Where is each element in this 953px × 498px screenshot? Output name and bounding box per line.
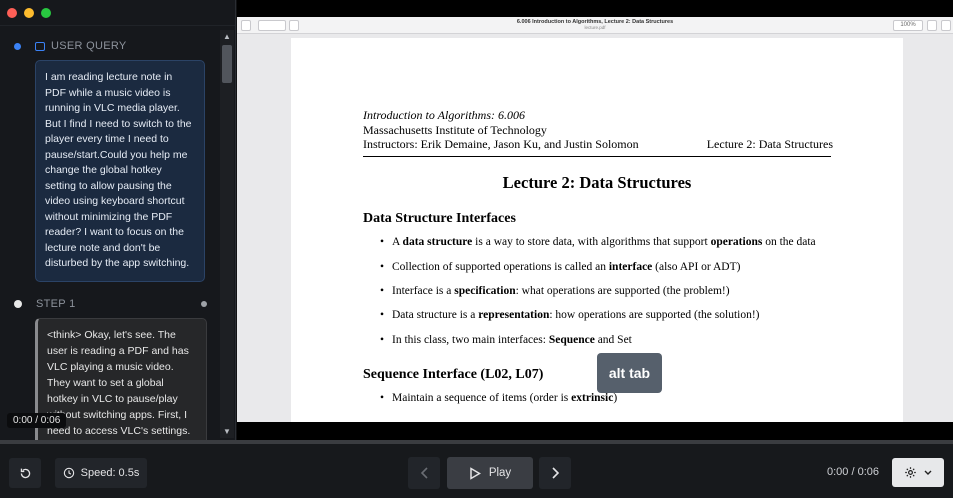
screen-view: 6.006 Introduction to Algorithms, Lectur…: [237, 0, 953, 440]
replay-icon: [20, 468, 30, 478]
lecture-header-right: Lecture 2: Data Structures: [706, 137, 833, 151]
time-badge: 0:00 / 0:06: [7, 413, 67, 428]
pdf-reader-window: 6.006 Introduction to Algorithms, Lectur…: [237, 17, 953, 422]
pdf-window-subtitle: lecture.pdf: [584, 25, 606, 30]
scrollbar-thumb[interactable]: [222, 45, 232, 83]
playback-controls: Speed: 0.5s Play 0:00 / 0:06: [0, 444, 953, 498]
close-window-button[interactable]: [7, 8, 17, 18]
chat-icon: [35, 41, 45, 51]
gear-icon: [905, 467, 916, 478]
list-item: A data structure is a way to store data,…: [380, 236, 816, 248]
trajectory-panel: USER QUERY I am reading lecture note in …: [0, 0, 236, 440]
divider: [0, 25, 235, 26]
header-rule: [363, 156, 831, 157]
play-label: Play: [488, 467, 512, 479]
search-icon[interactable]: [927, 20, 937, 31]
scroll-down-icon[interactable]: ▼: [223, 427, 231, 436]
zoom-select[interactable]: 100%: [893, 20, 923, 31]
list-item: Interface is a specification: what opera…: [380, 285, 730, 297]
list-item: Data structure is a representation: how …: [380, 309, 759, 321]
chevron-down-icon: [924, 470, 932, 475]
list-item: Maintain a sequence of items (order is e…: [380, 392, 617, 404]
user-query-text: I am reading lecture note in PDF while a…: [45, 71, 192, 269]
institution: Massachusetts Institute of Technology: [363, 123, 547, 137]
settings-button[interactable]: [892, 458, 944, 487]
menu-icon[interactable]: [941, 20, 951, 31]
lecture-title: Lecture 2: Data Structures: [502, 173, 692, 192]
previous-step-button[interactable]: [408, 457, 440, 489]
window-controls: [7, 8, 51, 18]
course-name: Introduction to Algorithms: 6.006: [363, 108, 525, 122]
step-thought-text: <think> Okay, let's see. The user is rea…: [47, 329, 191, 437]
step-label: STEP 1: [36, 298, 76, 310]
section-heading: Sequence Interface (L02, L07): [363, 367, 544, 382]
step-indicator-icon: [201, 301, 207, 307]
instructors: Instructors: Erik Demaine, Jason Ku, and…: [363, 137, 639, 151]
chevron-right-icon: [551, 467, 559, 479]
status-dot-icon: [14, 42, 21, 50]
user-query-label: USER QUERY: [51, 40, 127, 52]
play-button[interactable]: Play: [447, 457, 533, 489]
panel-scrollbar[interactable]: ▲ ▼: [220, 30, 234, 438]
chevron-left-icon: [420, 467, 428, 479]
list-item: In this class, two main interfaces: Sequ…: [380, 334, 632, 346]
play-icon: [470, 466, 481, 480]
clock-icon: [63, 467, 74, 479]
app-root: USER QUERY I am reading lecture note in …: [0, 0, 953, 498]
speed-button[interactable]: Speed: 0.5s: [55, 458, 147, 488]
user-query-header: USER QUERY: [14, 40, 127, 52]
time-display: 0:00 / 0:06: [827, 466, 879, 478]
keypress-tooltip: alt tab: [597, 353, 662, 393]
maximize-window-button[interactable]: [41, 8, 51, 18]
user-query-card: I am reading lecture note in PDF while a…: [35, 60, 205, 282]
section-heading: Data Structure Interfaces: [363, 211, 516, 226]
step-header: STEP 1: [14, 298, 76, 310]
step-dot-icon: [14, 300, 22, 308]
scroll-up-icon[interactable]: ▲: [223, 32, 231, 41]
replay-button[interactable]: [9, 458, 41, 488]
list-item: Collection of supported operations is ca…: [380, 261, 740, 273]
minimize-window-button[interactable]: [24, 8, 34, 18]
speed-label: Speed: 0.5s: [80, 467, 140, 479]
pdf-toolbar: 6.006 Introduction to Algorithms, Lectur…: [237, 17, 953, 34]
next-step-button[interactable]: [539, 457, 571, 489]
